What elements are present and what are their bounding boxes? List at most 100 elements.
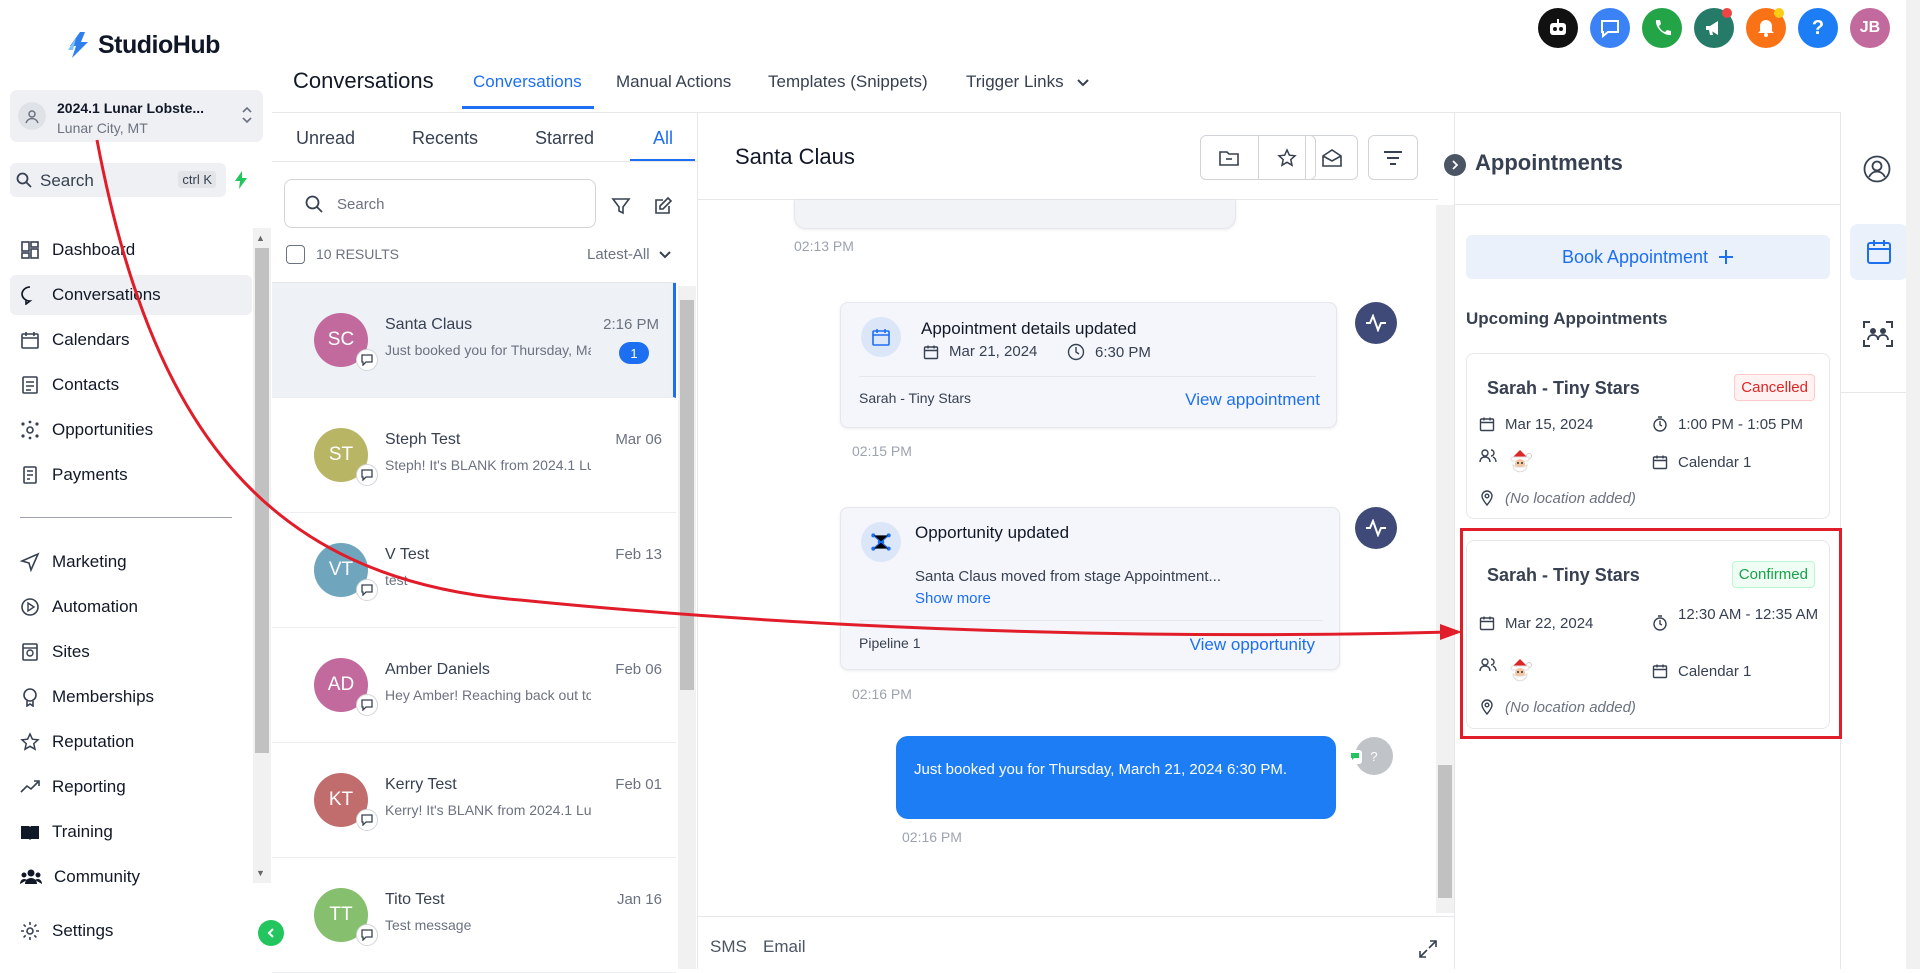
timestamp: 02:16 PM: [902, 829, 962, 845]
page-scrollbar[interactable]: [1906, 0, 1920, 969]
conversation-row-tito-test[interactable]: TT Tito Test Test message Jan 16: [272, 858, 676, 973]
nav-label: Payments: [52, 465, 128, 484]
appointment-name: Sarah - Tiny Stars: [1487, 378, 1640, 398]
view-appointment-link[interactable]: View appointment: [1185, 390, 1320, 410]
nav-label: Community: [54, 867, 140, 886]
contact-profile-icon[interactable]: [1863, 155, 1891, 183]
nav-reporting[interactable]: Reporting: [20, 767, 126, 807]
phone-icon[interactable]: [1642, 8, 1682, 48]
conversation-row-santa-claus[interactable]: SC Santa Claus Just booked you for Thurs…: [272, 283, 676, 398]
users-icon: [1479, 449, 1497, 463]
compose-tab-sms[interactable]: SMS: [710, 937, 747, 957]
book-appointment-button[interactable]: Book Appointment: [1466, 235, 1830, 279]
bot-icon[interactable]: [1538, 8, 1578, 48]
select-all-checkbox[interactable]: [286, 245, 305, 264]
nav-reputation[interactable]: Reputation: [20, 722, 134, 762]
location-avatar-icon: [18, 102, 46, 130]
nav-automation[interactable]: Automation: [20, 587, 138, 627]
search-label: Search: [40, 171, 94, 190]
nav-marketing[interactable]: Marketing: [20, 542, 127, 582]
sidebar-scrollbar-thumb[interactable]: [255, 248, 269, 753]
nav-sites[interactable]: Sites: [20, 632, 90, 672]
view-opportunity-link[interactable]: View opportunity: [1190, 635, 1315, 655]
card-divider: [859, 620, 1323, 621]
nav-payments[interactable]: Payments: [20, 455, 128, 495]
sort-dropdown[interactable]: Latest-All: [587, 246, 672, 263]
nav-label: Memberships: [52, 687, 155, 706]
tab-trigger-links[interactable]: Trigger Links: [966, 72, 1090, 92]
folder-icon[interactable]: [1201, 136, 1259, 179]
filter-icon[interactable]: [611, 196, 631, 216]
filter-messages-button[interactable]: [1368, 135, 1418, 180]
chat-scrollbar-thumb[interactable]: [1438, 765, 1452, 898]
nav-calendars[interactable]: Calendars: [20, 320, 130, 360]
activity-icon: [1355, 302, 1397, 344]
opportunity-description: Santa Claus moved from stage Appointment…: [915, 568, 1221, 585]
star-icon: [20, 732, 40, 751]
show-more-link[interactable]: Show more: [915, 590, 991, 607]
sms-icon: [1348, 750, 1362, 764]
calendar-tab-icon[interactable]: [1865, 238, 1893, 266]
expand-icon[interactable]: [1418, 939, 1438, 959]
tab-trigger-links-label: Trigger Links: [966, 72, 1064, 91]
nav-settings[interactable]: Settings: [20, 911, 113, 951]
scan-people-icon[interactable]: [1862, 320, 1894, 348]
nav-contacts[interactable]: Contacts: [20, 365, 119, 405]
filter-tab-all[interactable]: All: [653, 128, 673, 149]
collapse-panel-button[interactable]: [1444, 154, 1466, 176]
nav-training[interactable]: Training: [20, 812, 113, 852]
scroll-down-icon[interactable]: ▼: [256, 868, 265, 878]
sms-channel-icon: [356, 579, 378, 601]
filter-tab-unread[interactable]: Unread: [296, 128, 355, 149]
filter-tab-starred[interactable]: Starred: [535, 128, 594, 149]
calendar-icon: [861, 317, 901, 357]
chevron-updown-icon: [241, 104, 253, 126]
list-scrollbar-thumb[interactable]: [680, 300, 694, 690]
compose-tab-email[interactable]: Email: [763, 937, 806, 957]
mail-button[interactable]: [1305, 135, 1358, 180]
dashboard-icon: [21, 241, 39, 259]
nav-opportunities[interactable]: Opportunities: [20, 410, 153, 450]
location-switcher[interactable]: 2024.1 Lunar Lobste... Lunar City, MT: [10, 90, 263, 142]
help-icon[interactable]: ?: [1798, 8, 1838, 48]
conversation-search-input[interactable]: Search: [284, 179, 596, 228]
nav-conversations[interactable]: Conversations: [10, 275, 252, 315]
megaphone-icon[interactable]: [1694, 8, 1734, 48]
nav-label: Settings: [52, 921, 114, 940]
tab-conversations[interactable]: Conversations: [473, 72, 582, 92]
chevron-down-icon: [1077, 78, 1090, 86]
tab-templates[interactable]: Templates (Snippets): [768, 72, 928, 92]
lightning-icon[interactable]: [234, 170, 248, 190]
scroll-up-icon[interactable]: ▲: [256, 233, 265, 243]
global-search[interactable]: Search ctrl K: [10, 163, 226, 197]
previous-message-card: [794, 200, 1236, 229]
nav-dashboard[interactable]: Dashboard: [20, 230, 135, 270]
compose-icon[interactable]: [653, 196, 673, 216]
appointment-time: 1:00 PM - 1:05 PM: [1652, 416, 1803, 433]
contact-name: Kerry Test: [385, 776, 457, 793]
card-divider: [859, 376, 1316, 377]
appointment-card[interactable]: Sarah - Tiny Stars Cancelled Mar 15, 202…: [1466, 353, 1830, 519]
brand-name: StudioHub: [98, 30, 220, 59]
nav-memberships[interactable]: Memberships: [20, 677, 154, 717]
conversation-row-amber-daniels[interactable]: AD Amber Daniels Hey Amber! Reaching bac…: [272, 628, 676, 743]
conversation-row-v-test[interactable]: VT V Test test Feb 13: [272, 513, 676, 628]
tab-underline: [462, 106, 594, 109]
bell-icon[interactable]: [1746, 8, 1786, 48]
nav-label: Sites: [52, 642, 90, 661]
message-preview: test: [385, 572, 408, 588]
chat-bubble-icon[interactable]: [1590, 8, 1630, 48]
filter-tab-recents[interactable]: Recents: [412, 128, 478, 149]
conversation-row-kerry-test[interactable]: KT Kerry Test Kerry! It's BLANK from 202…: [272, 743, 676, 858]
brand-logo[interactable]: StudioHub: [66, 30, 220, 60]
opportunities-icon: [861, 522, 901, 562]
results-count: 10 RESULTS: [316, 246, 399, 262]
message-preview: Test message: [385, 917, 472, 933]
tab-manual-actions[interactable]: Manual Actions: [616, 72, 731, 92]
nav-label: Reporting: [52, 777, 126, 796]
search-icon: [305, 195, 323, 213]
calendar-small-icon: [1479, 417, 1495, 432]
nav-community[interactable]: Community: [20, 857, 140, 897]
user-avatar[interactable]: JB: [1850, 8, 1890, 48]
conversation-row-steph-test[interactable]: ST Steph Test Steph! It's BLANK from 202…: [272, 398, 676, 513]
